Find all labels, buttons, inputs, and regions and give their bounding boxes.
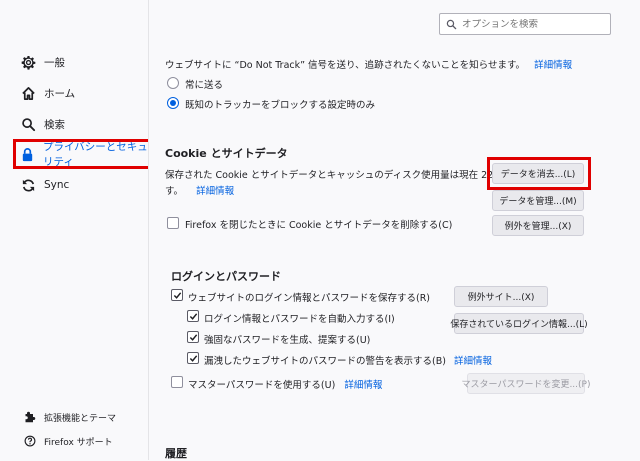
puzzle-icon bbox=[24, 411, 36, 423]
dnt-option-always-label: 常に送る bbox=[185, 80, 224, 91]
save-logins-checkbox[interactable] bbox=[171, 289, 183, 301]
dnt-text: ウェブサイトに “Do Not Track” 信号を送り、追跡されたくないことを… bbox=[165, 60, 526, 71]
search-input[interactable] bbox=[462, 18, 602, 30]
logins-heading: ログインとパスワード bbox=[171, 270, 281, 283]
dnt-learn-more-link[interactable]: 詳細情報 bbox=[534, 60, 572, 71]
breach-alerts-checkbox[interactable] bbox=[187, 352, 199, 364]
autofill-logins-label: ログイン情報とパスワードを自動入力する(I) bbox=[204, 314, 395, 325]
sidebar-item-home[interactable]: ホーム bbox=[20, 82, 75, 104]
breach-alerts-label: 漏洩したウェブサイトのパスワードの警告を表示する(B) bbox=[204, 356, 446, 367]
delete-cookies-on-close-label: Firefox を閉じたときに Cookie とサイトデータを削除する(C) bbox=[185, 220, 453, 231]
dnt-option-known-trackers-label: 既知のトラッカーをブロックする設定時のみ bbox=[185, 100, 376, 111]
cookies-usage-text-end: す。 bbox=[165, 186, 184, 197]
search-icon bbox=[20, 116, 36, 132]
search-icon bbox=[446, 19, 457, 30]
clear-data-button[interactable]: データを消去...(L) bbox=[492, 163, 584, 184]
manage-data-button[interactable]: データを管理...(M) bbox=[492, 190, 584, 211]
delete-cookies-on-close-checkbox[interactable] bbox=[167, 217, 179, 229]
footer-label: Firefox サポート bbox=[44, 437, 113, 448]
breach-learn-more-link[interactable]: 詳細情報 bbox=[454, 356, 492, 367]
dnt-radio-always[interactable] bbox=[167, 77, 179, 89]
master-password-learn-more-link[interactable]: 詳細情報 bbox=[344, 380, 382, 391]
master-password-label: マスターパスワードを使用する(U) bbox=[188, 380, 336, 391]
cookies-learn-more-link[interactable]: 詳細情報 bbox=[196, 186, 234, 197]
sidebar-item-label: ホーム bbox=[44, 87, 76, 100]
main-content: ウェブサイトに “Do Not Track” 信号を送り、追跡されたくないことを… bbox=[149, 0, 640, 460]
save-logins-label: ウェブサイトのログイン情報とパスワードを保存する(R) bbox=[188, 293, 431, 304]
sync-icon bbox=[20, 177, 36, 193]
cookies-heading: Cookie とサイトデータ bbox=[165, 147, 288, 160]
sidebar: 一般 ホーム 検索 プライバシーとセキュリティ Sync 拡張機能とテーマ Fi… bbox=[0, 0, 148, 460]
generate-passwords-checkbox[interactable] bbox=[187, 331, 199, 343]
dnt-description: ウェブサイトに “Do Not Track” 信号を送り、追跡されたくないことを… bbox=[165, 57, 572, 71]
sidebar-item-sync[interactable]: Sync bbox=[20, 174, 69, 196]
sidebar-item-search[interactable]: 検索 bbox=[20, 113, 65, 135]
help-icon bbox=[24, 435, 36, 447]
cookies-usage-text: 保存された Cookie とサイトデータとキャッシュのディスク使用量は現在 22… bbox=[165, 170, 530, 181]
sidebar-item-label: プライバシーとセキュリティ bbox=[43, 141, 148, 168]
footer-label: 拡張機能とテーマ bbox=[44, 413, 117, 424]
sidebar-item-label: 検索 bbox=[44, 118, 65, 131]
sidebar-item-general[interactable]: 一般 bbox=[20, 51, 65, 73]
login-exceptions-button[interactable]: 例外サイト...(X) bbox=[454, 286, 548, 307]
sidebar-item-label: Sync bbox=[44, 179, 70, 191]
breach-alerts-row: 漏洩したウェブサイトのパスワードの警告を表示する(B) 詳細情報 bbox=[204, 353, 492, 367]
gear-icon bbox=[20, 54, 36, 70]
sidebar-footer-support[interactable]: Firefox サポート bbox=[24, 433, 113, 449]
change-master-password-button[interactable]: マスターパスワードを変更...(P) bbox=[462, 373, 590, 394]
options-search-box[interactable] bbox=[439, 13, 611, 35]
sidebar-item-label: 一般 bbox=[44, 56, 65, 69]
lock-icon bbox=[20, 146, 35, 162]
generate-passwords-label: 強固なパスワードを生成、提案する(U) bbox=[204, 335, 371, 346]
dnt-radio-known-trackers[interactable] bbox=[167, 97, 179, 109]
master-password-row: マスターパスワードを使用する(U) 詳細情報 bbox=[188, 377, 382, 391]
sidebar-footer-extensions[interactable]: 拡張機能とテーマ bbox=[24, 409, 116, 425]
saved-logins-button[interactable]: 保存されているログイン情報...(L) bbox=[450, 313, 588, 334]
manage-exceptions-button[interactable]: 例外を管理...(X) bbox=[492, 215, 584, 236]
master-password-checkbox[interactable] bbox=[171, 376, 183, 388]
cookies-usage-text-2: す。 詳細情報 bbox=[165, 183, 234, 197]
autofill-logins-checkbox[interactable] bbox=[187, 310, 199, 322]
history-heading: 履歴 bbox=[165, 447, 187, 460]
home-icon bbox=[20, 85, 36, 101]
sidebar-item-privacy[interactable]: プライバシーとセキュリティ bbox=[20, 141, 148, 168]
